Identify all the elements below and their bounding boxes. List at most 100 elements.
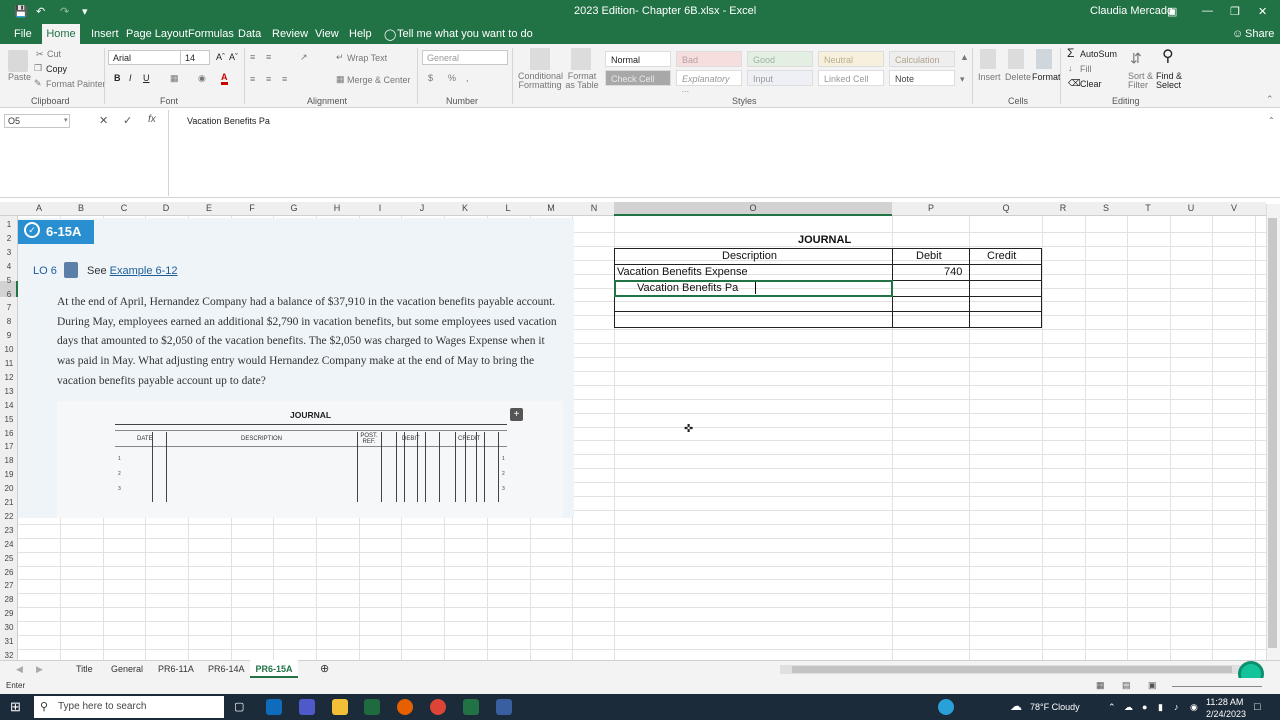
format-as-table-icon[interactable] (571, 48, 591, 70)
row-header[interactable]: 7 (2, 303, 16, 312)
column-header[interactable]: D (156, 203, 176, 213)
taskbar-search[interactable]: Type here to search (34, 696, 224, 718)
row-header[interactable]: 9 (2, 331, 16, 340)
column-header[interactable]: V (1224, 203, 1244, 213)
column-header[interactable]: Q (996, 203, 1016, 213)
column-header[interactable]: J (412, 203, 432, 213)
tab-data[interactable]: Data (238, 28, 261, 40)
column-header[interactable]: C (114, 203, 134, 213)
style-linked-cell[interactable]: Linked Cell (818, 70, 884, 86)
clock-time[interactable]: 11:28 AM (1206, 697, 1243, 707)
row-header[interactable]: 24 (2, 540, 16, 549)
confirm-entry-icon[interactable]: ✓ (123, 114, 132, 127)
format-cells-button[interactable]: Format (1032, 72, 1061, 82)
cancel-entry-icon[interactable]: ✕ (99, 114, 108, 127)
name-box[interactable]: O5 (4, 114, 70, 128)
fill-color-icon[interactable]: ◉ (198, 73, 206, 84)
row-header[interactable]: 29 (2, 609, 16, 618)
page-layout-view-icon[interactable]: ▤ (1122, 680, 1131, 691)
row-header[interactable]: 20 (2, 484, 16, 493)
horizontal-scroll-thumb[interactable] (792, 666, 1232, 673)
column-header[interactable]: B (71, 203, 91, 213)
row-header[interactable]: 8 (2, 317, 16, 326)
sheet-tab-general[interactable]: General (111, 664, 143, 674)
file-explorer-icon[interactable] (332, 699, 348, 715)
tell-me-search[interactable]: Tell me what you want to do (397, 28, 533, 40)
style-calculation[interactable]: Calculation (889, 51, 955, 67)
row-header[interactable]: 12 (2, 373, 16, 382)
expand-plus-icon[interactable]: + (510, 408, 523, 421)
row-header[interactable]: 10 (2, 345, 16, 354)
copy-button[interactable]: Copy (46, 64, 67, 74)
formula-input[interactable] (168, 110, 1276, 196)
insert-function-icon[interactable]: fx (148, 114, 156, 125)
tab-view[interactable]: View (315, 28, 339, 40)
tab-page-layout[interactable]: Page Layout (126, 28, 188, 40)
style-bad[interactable]: Bad (676, 51, 742, 67)
column-header[interactable]: S (1096, 203, 1116, 213)
add-sheet-icon[interactable]: ⊕ (320, 662, 329, 675)
scroll-tabs-left-icon[interactable]: ◀ (16, 664, 23, 675)
conditional-formatting-icon[interactable] (530, 48, 550, 70)
scroll-tabs-right-icon[interactable]: ▶ (36, 664, 43, 675)
close-icon[interactable]: ✕ (1258, 5, 1267, 18)
comma-icon[interactable]: , (466, 73, 469, 83)
row-header[interactable]: 23 (2, 526, 16, 535)
decrease-font-icon[interactable]: Aˇ (229, 52, 238, 62)
row1-debit-cell[interactable]: 740 (944, 266, 962, 278)
notifications-icon[interactable]: □ (1254, 701, 1261, 713)
firefox-icon[interactable] (397, 699, 413, 715)
italic-button[interactable]: I (129, 73, 132, 83)
bold-button[interactable]: B (114, 73, 121, 83)
column-header[interactable]: U (1181, 203, 1201, 213)
font-size-select[interactable]: 14 (180, 50, 210, 65)
row-header[interactable]: 31 (2, 637, 16, 646)
row-header[interactable]: 21 (2, 498, 16, 507)
teams-icon[interactable] (299, 699, 315, 715)
tab-help[interactable]: Help (349, 28, 372, 40)
paste-icon[interactable] (8, 50, 28, 72)
task-view-icon[interactable]: ▢ (234, 700, 244, 713)
row-header[interactable]: 17 (2, 442, 16, 451)
normal-view-icon[interactable]: ▦ (1096, 680, 1105, 691)
expand-formula-icon[interactable]: ⌃ (1268, 116, 1275, 125)
font-family-select[interactable]: Arial (108, 50, 182, 65)
row-header[interactable]: 1 (2, 220, 16, 229)
percent-icon[interactable]: % (448, 73, 456, 83)
name-box-dropdown-icon[interactable]: ▾ (64, 116, 68, 124)
tab-home[interactable]: Home (42, 24, 80, 44)
paste-button[interactable]: Paste (8, 72, 31, 82)
microphone-icon[interactable]: ● (1142, 702, 1147, 712)
row-header[interactable]: 22 (2, 512, 16, 521)
style-neutral[interactable]: Neutral (818, 51, 884, 67)
insert-cells-button[interactable]: Insert (978, 72, 1001, 82)
row1-description-cell[interactable]: Vacation Benefits Expense (617, 266, 748, 278)
excel-active-icon[interactable] (463, 699, 479, 715)
tab-formulas[interactable]: Formulas (188, 28, 234, 40)
autosum-button[interactable]: AutoSum (1080, 49, 1117, 59)
collapse-ribbon-icon[interactable]: ⌃ (1266, 94, 1274, 105)
volume-icon[interactable]: ♪ (1174, 702, 1179, 712)
merge-center-button[interactable]: Merge & Center (347, 75, 411, 85)
column-header[interactable]: E (199, 203, 219, 213)
network-icon[interactable]: ☁ (1124, 702, 1133, 713)
undo-icon[interactable]: ↶ (36, 5, 45, 18)
style-note[interactable]: Note (889, 70, 955, 86)
row-header[interactable]: 15 (2, 415, 16, 424)
increase-font-icon[interactable]: Aˆ (216, 52, 225, 62)
cut-button[interactable]: Cut (47, 49, 61, 59)
align-left-icon[interactable]: ≡ (250, 74, 255, 84)
row-header[interactable]: 27 (2, 581, 16, 590)
sheet-tab-title[interactable]: Title (76, 664, 93, 674)
row2-description-cell[interactable]: Vacation Benefits Pa (637, 282, 738, 294)
align-center-icon[interactable]: ≡ (266, 74, 271, 84)
sheet-tab-pr6-14a[interactable]: PR6-14A (208, 664, 245, 674)
minimize-icon[interactable]: — (1202, 5, 1213, 17)
windows-start-icon[interactable]: ⊞ (10, 699, 21, 715)
description-header[interactable]: Description (722, 250, 777, 262)
style-input[interactable]: Input (747, 70, 813, 86)
format-painter-button[interactable]: Format Painter (46, 79, 106, 89)
style-check-cell[interactable]: Check Cell (605, 70, 671, 86)
row-header[interactable]: 14 (2, 401, 16, 410)
chrome-icon[interactable] (430, 699, 446, 715)
